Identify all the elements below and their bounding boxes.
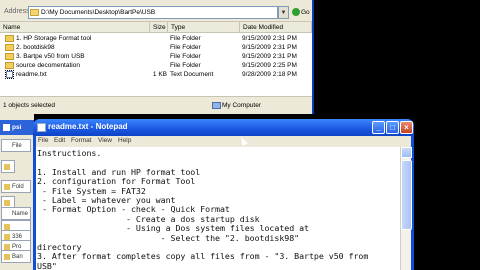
vertical-scrollbar[interactable] (400, 147, 412, 270)
file-type: File Folder (170, 44, 201, 51)
file-name: readme.txt (16, 71, 47, 78)
status-selection: 1 objects selected (3, 102, 56, 109)
file-row[interactable]: 2. bootdisk98 File Folder 9/15/2009 2:31… (0, 43, 312, 52)
go-label: Go (301, 9, 310, 16)
folder-icon (4, 200, 10, 206)
file-name: 1. HP Storage Format tool (16, 35, 92, 42)
scroll-up-button[interactable] (401, 147, 412, 158)
go-arrow-icon (292, 8, 300, 17)
maximize-button[interactable]: □ (386, 121, 399, 134)
background-toolbar-item[interactable]: Fold (1, 180, 31, 193)
notepad-icon (37, 123, 46, 132)
text-editor[interactable]: Instructions. 1. Install and run HP form… (36, 147, 400, 270)
folder-icon (5, 62, 14, 69)
file-size: 1 KB (152, 71, 167, 78)
document-text: Instructions. 1. Install and run HP form… (37, 148, 369, 270)
file-row[interactable]: 1. HP Storage Format tool File Folder 9/… (0, 34, 312, 43)
file-date: 9/28/2009 2:18 PM (242, 71, 297, 78)
my-computer-icon (212, 102, 221, 109)
background-menu-item[interactable]: File (1, 139, 31, 152)
file-type: Text Document (170, 71, 214, 78)
file-date: 9/15/2009 2:31 PM (242, 44, 297, 51)
menu-edit[interactable]: Edit (54, 137, 65, 144)
folder-icon (5, 53, 14, 60)
menu-bar: File Edit Format View Help (36, 136, 411, 147)
folder-icon (5, 44, 14, 51)
column-header-type[interactable]: Type (168, 22, 240, 33)
file-type: File Folder (170, 62, 201, 69)
folder-icon (4, 254, 10, 260)
file-date: 9/15/2009 2:31 PM (242, 53, 297, 60)
file-name: source decomentation (16, 62, 80, 69)
status-bar: 1 objects selected My Computer (0, 96, 312, 114)
column-header-name[interactable]: Name (0, 22, 150, 33)
status-location: My Computer (222, 102, 262, 109)
folder-icon (4, 184, 10, 190)
menu-view[interactable]: View (98, 137, 112, 144)
address-dropdown-button[interactable]: ▼ (278, 6, 289, 19)
address-input[interactable]: D:\My Documents\Desktop\BartPe\USB (28, 6, 278, 19)
close-button[interactable]: × (400, 121, 413, 134)
menu-help[interactable]: Help (118, 137, 131, 144)
scroll-thumb[interactable] (401, 160, 412, 230)
file-name: 2. bootdisk98 (16, 44, 55, 51)
window-title: readme.txt - Notepad (48, 122, 128, 131)
folder-icon (30, 9, 39, 16)
text-file-icon (5, 70, 14, 79)
file-row[interactable]: 3. Bartpe v50 from USB File Folder 9/15/… (0, 52, 312, 61)
file-row[interactable]: source decomentation File Folder 9/15/20… (0, 61, 312, 70)
back-button[interactable] (1, 160, 15, 173)
column-header-size[interactable]: Size (150, 22, 168, 33)
go-button[interactable]: Go (292, 6, 311, 19)
minimize-button[interactable]: _ (372, 121, 385, 134)
folder-icon (5, 35, 14, 42)
menu-file[interactable]: File (38, 137, 48, 144)
explorer-window: Address D:\My Documents\Desktop\BartPe\U… (0, 0, 314, 114)
file-row[interactable]: readme.txt 1 KB Text Document 9/28/2009 … (0, 70, 312, 79)
desktop-background (414, 119, 480, 270)
address-bar: Address D:\My Documents\Desktop\BartPe\U… (0, 4, 312, 22)
back-icon (4, 164, 10, 170)
file-date: 9/15/2009 2:25 PM (242, 62, 297, 69)
menu-format[interactable]: Format (71, 137, 92, 144)
background-toolbar-label: Fold (12, 184, 24, 190)
background-column-label: Name (12, 211, 29, 217)
background-list-label: Ban (12, 254, 23, 260)
background-list-item[interactable]: Ban (1, 250, 31, 263)
file-type: File Folder (170, 35, 201, 42)
background-column-header[interactable]: Name (1, 207, 31, 220)
file-name: 3. Bartpe v50 from USB (16, 53, 85, 60)
address-label: Address (4, 8, 30, 15)
notepad-window: readme.txt - Notepad _ □ × File Edit For… (33, 119, 414, 270)
notepad-title-bar[interactable]: readme.txt - Notepad _ □ × (33, 119, 414, 136)
file-date: 9/15/2009 2:31 PM (242, 35, 297, 42)
file-list: Name Size Type Date Modified 1. HP Stora… (0, 22, 312, 96)
window-icon (3, 124, 10, 131)
column-header-date[interactable]: Date Modified (240, 22, 312, 33)
file-type: File Folder (170, 53, 201, 60)
